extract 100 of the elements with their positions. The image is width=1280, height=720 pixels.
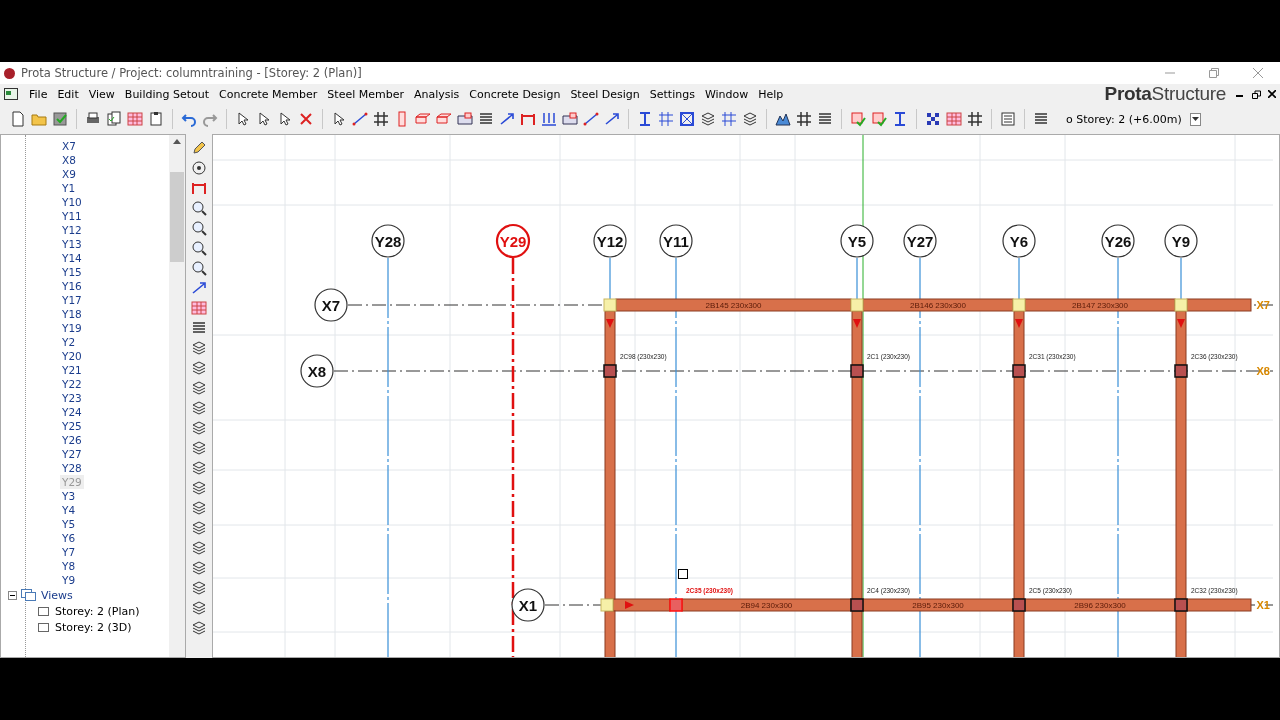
beam[interactable] [1013,310,1025,366]
column[interactable] [1012,364,1026,378]
layers-icon[interactable] [191,400,207,416]
tree-item[interactable]: Y26 [60,433,84,447]
tree-item[interactable]: Y11 [60,209,84,223]
table-icon[interactable] [946,111,962,127]
column[interactable] [1012,598,1026,612]
arrow-icon[interactable] [191,280,207,296]
beam[interactable]: 2B95 230x300 [862,598,1014,612]
tree-item[interactable]: Y20 [60,349,84,363]
tree-item[interactable]: Y6 [60,531,78,545]
layers-icon[interactable] [191,460,207,476]
axis-bubble[interactable]: X7 [314,288,348,322]
delete-icon[interactable] [298,111,314,127]
document-icon[interactable] [4,88,18,100]
beam-icon[interactable] [436,111,452,127]
tree-item[interactable]: Y22 [60,377,84,391]
list-icon[interactable] [1000,111,1016,127]
line-icon[interactable] [583,111,599,127]
line-icon[interactable] [352,111,368,127]
tree-item[interactable]: Y15 [60,265,84,279]
check-icon[interactable] [850,111,866,127]
scroll-up-icon[interactable] [173,139,181,144]
menu-item[interactable]: File [24,87,53,101]
tree-item[interactable]: X9 [60,167,78,181]
zoom-icon[interactable] [191,240,207,256]
axis-bubble[interactable]: Y11 [659,224,693,258]
pencil-icon[interactable] [191,140,207,156]
new-file-icon[interactable] [10,111,26,127]
pointer-icon[interactable] [277,111,293,127]
tree-item[interactable]: Y17 [60,293,84,307]
tree-item[interactable]: Y19 [60,321,84,335]
beam[interactable] [1175,310,1187,366]
column[interactable] [1174,364,1188,378]
axis-bubble[interactable]: Y27 [903,224,937,258]
layers-icon[interactable] [191,480,207,496]
beam[interactable] [1175,610,1187,657]
tree-item[interactable]: Y25 [60,419,84,433]
column[interactable] [603,364,617,378]
menu-item[interactable]: Settings [644,87,700,101]
beam[interactable]: 2B96 230x300 [1024,598,1176,612]
tree-item[interactable]: Y21 [60,363,84,377]
target-icon[interactable] [191,160,207,176]
menu-item[interactable]: Concrete Member [214,87,323,101]
beam[interactable]: 2B145 230x300 [615,298,852,312]
layers-icon[interactable] [191,440,207,456]
tree-item[interactable]: Storey: 2 (3D) [55,620,132,634]
axis-bubble[interactable]: Y6 [1002,224,1036,258]
pointer-icon[interactable] [331,111,347,127]
tree-item[interactable]: Y24 [60,405,84,419]
layers-icon[interactable] [191,340,207,356]
menu-item[interactable]: Window [699,87,754,101]
pointer-icon[interactable] [256,111,272,127]
tree-item[interactable]: Y13 [60,237,84,251]
i-beam-icon[interactable] [637,111,653,127]
tree-item[interactable]: Y18 [60,307,84,321]
beam[interactable] [1013,610,1025,657]
grid-icon[interactable] [796,111,812,127]
tree-item[interactable]: X8 [60,153,78,167]
beam[interactable] [604,310,616,366]
layers-icon[interactable] [191,500,207,516]
menu-item[interactable]: View [83,87,120,101]
table-icon[interactable] [191,300,207,316]
layers-icon[interactable] [700,111,716,127]
menu-item[interactable]: Edit [52,87,84,101]
column[interactable] [1174,598,1188,612]
tree-item[interactable]: Y2 [60,335,78,349]
beam[interactable] [851,310,863,366]
section-icon[interactable] [721,111,737,127]
menu-item[interactable]: Steel Design [565,87,645,101]
layers-icon[interactable] [191,360,207,376]
save-icon[interactable] [52,111,68,127]
diagram-icon[interactable] [775,111,791,127]
box-icon[interactable] [679,111,695,127]
tree-item[interactable]: Y7 [60,545,78,559]
axis-bubble[interactable]: Y9 [1164,224,1198,258]
beam[interactable] [1186,598,1252,612]
tree-item[interactable]: Y16 [60,279,84,293]
tree-item[interactable]: Y12 [60,223,84,237]
tree-item[interactable]: Y9 [60,573,78,587]
axis-bubble[interactable]: Y26 [1101,224,1135,258]
tree-item[interactable]: X7 [60,139,78,153]
tree-item[interactable]: Y28 [60,461,84,475]
menu-item[interactable]: Help [753,87,789,101]
tree-item[interactable]: Y8 [60,559,78,573]
layers-icon[interactable] [191,560,207,576]
tree-item[interactable]: Storey: 2 (Plan) [55,604,140,618]
collapse-icon[interactable] [8,590,17,600]
layers-icon[interactable] [191,620,207,636]
layers-icon[interactable] [191,380,207,396]
menu-item[interactable]: Steel Member [322,87,409,101]
tree-item[interactable]: Views [41,588,73,602]
i-beam-icon[interactable] [892,111,908,127]
tree-item[interactable]: Y27 [60,447,84,461]
beam[interactable]: 2B146 230x300 [862,298,1014,312]
frame-icon[interactable] [520,111,536,127]
check-icon[interactable] [871,111,887,127]
pages-icon[interactable] [106,111,122,127]
tree-item[interactable]: Y5 [60,517,78,531]
axis-bubble[interactable]: X1 [511,588,545,622]
